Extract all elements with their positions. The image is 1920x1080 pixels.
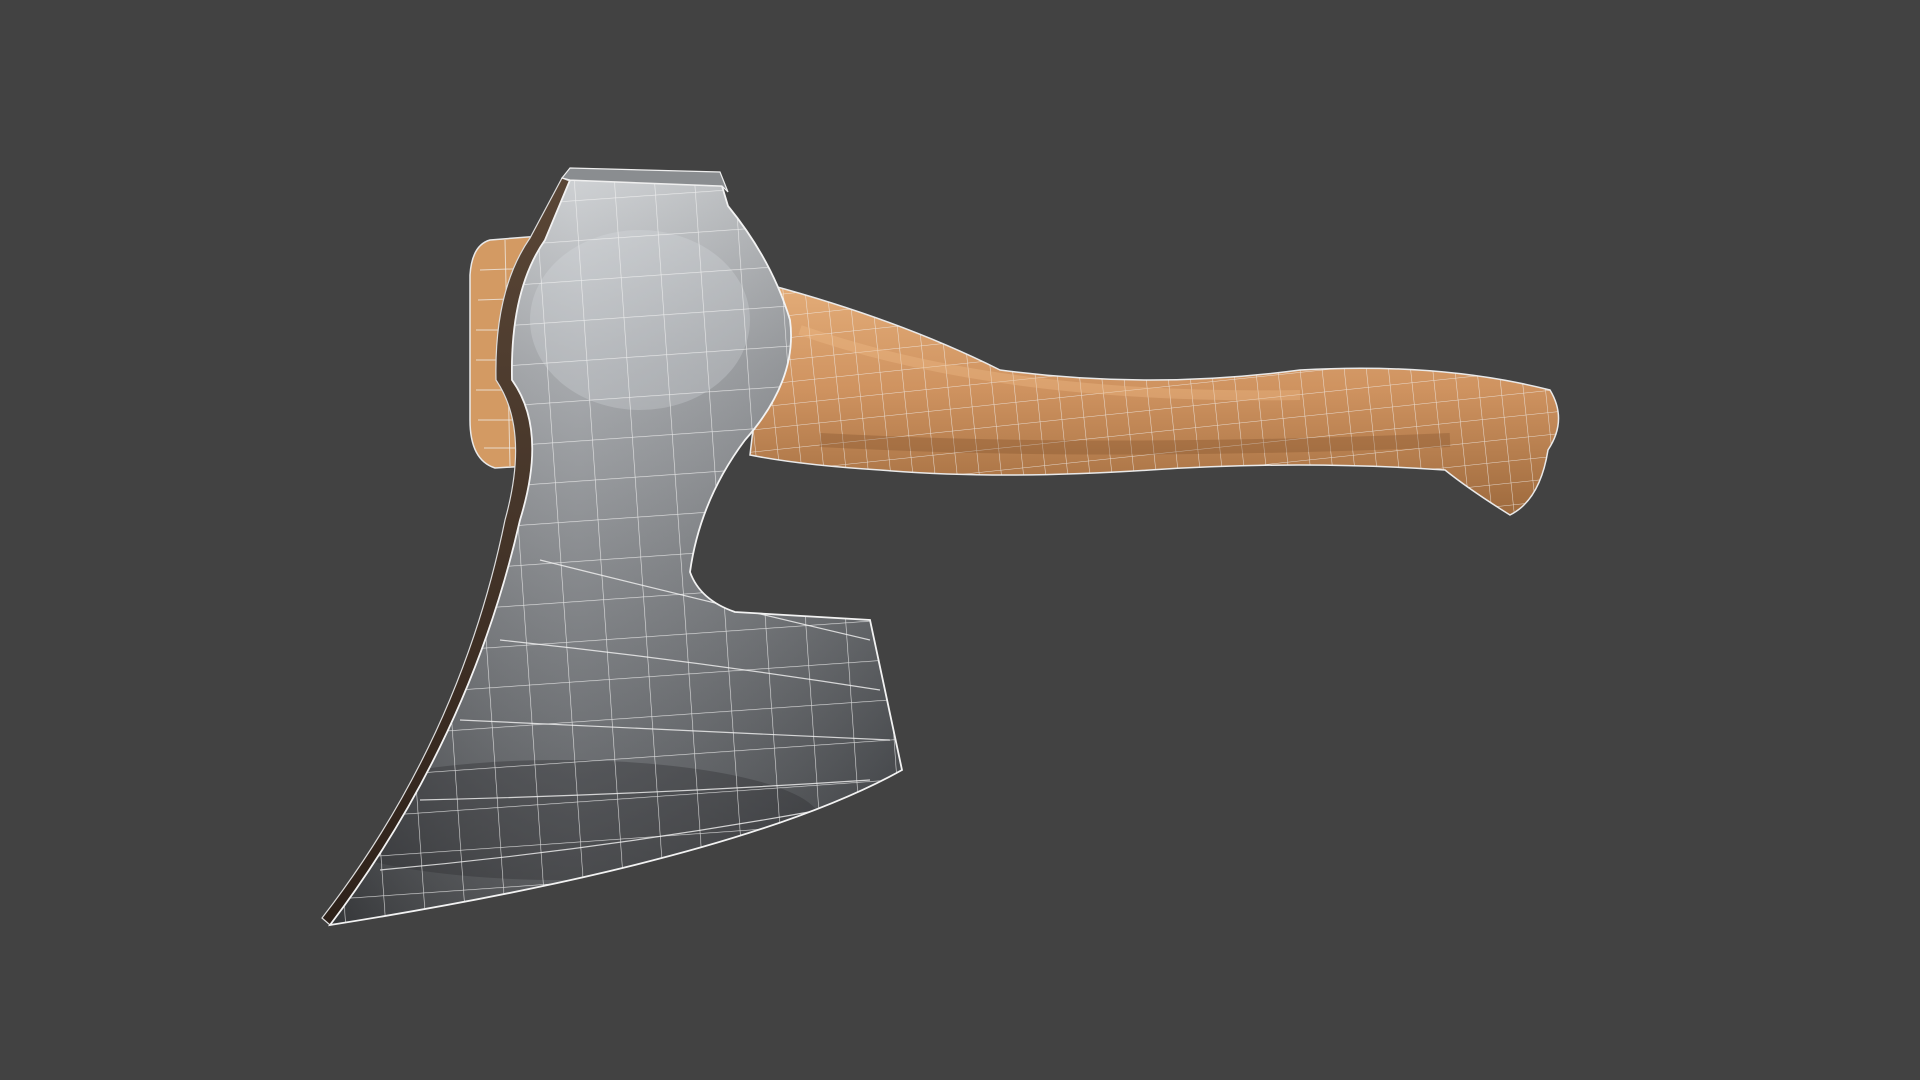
viewport-background xyxy=(0,0,1920,1080)
3d-viewport[interactable] xyxy=(0,0,1920,1080)
axe-render xyxy=(0,0,1920,1080)
